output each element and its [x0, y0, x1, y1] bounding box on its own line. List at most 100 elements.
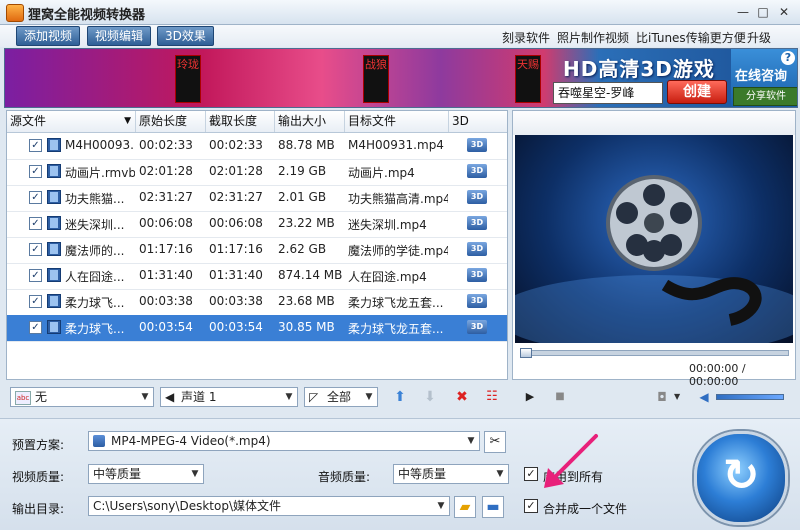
source-file-cell: 魔法师的... [65, 244, 125, 258]
3d-icon[interactable]: 3D [467, 320, 487, 334]
row-checkbox[interactable]: ✓ [29, 165, 42, 178]
3d-effect-button[interactable]: 3D效果 [157, 26, 214, 46]
apply-all-checkbox[interactable]: ✓ [524, 467, 538, 481]
video-edit-button[interactable]: 视频编辑 [87, 26, 152, 46]
video-format-icon [93, 435, 105, 447]
open-folder-icon[interactable]: ▰ [454, 496, 476, 518]
audio-track-select[interactable]: ◀ 声道 1 ▼ [160, 387, 298, 407]
video-quality-select[interactable]: 中等质量 ▼ [88, 464, 204, 484]
film-icon [47, 138, 61, 152]
cut-length-cell: 00:03:38 [209, 294, 263, 308]
video-preview [515, 135, 793, 343]
column-header-3d[interactable]: 3D [449, 111, 507, 132]
table-row[interactable]: ✓ M4H00093... 00:02:33 00:02:33 88.78 MB M4H0… [7, 133, 507, 160]
preview-panel: 00:00:00 / 00:00:00 [512, 110, 796, 388]
row-checkbox[interactable]: ✓ [29, 269, 42, 282]
table-row[interactable]: ✓ 柔力球飞... 00:03:54 00:03:54 30.85 MB 柔力球飞龙五套.… [7, 315, 507, 342]
output-dir-select[interactable]: C:\Users\sony\Desktop\媒体文件 ▼ [88, 496, 450, 516]
3d-icon[interactable]: 3D [467, 242, 487, 256]
row-checkbox[interactable]: ✓ [29, 217, 42, 230]
stop-button[interactable]: ■ [550, 387, 570, 407]
online-consult-panel[interactable]: ? 在线咨询 分享软件 [731, 49, 797, 107]
move-up-button[interactable]: ⬆ [390, 387, 410, 407]
column-header-target-file[interactable]: 目标文件 [345, 111, 449, 132]
scope-icon: ◸ [309, 390, 319, 404]
delete-button[interactable]: ✖ [452, 387, 472, 407]
chevron-down-icon: ▼ [437, 501, 445, 511]
column-header-source[interactable]: 源文件 ▼ [7, 111, 136, 132]
merge-checkbox[interactable]: ✓ [524, 499, 538, 513]
volume-slider[interactable] [716, 394, 784, 400]
3d-icon[interactable]: 3D [467, 268, 487, 282]
close-button[interactable]: ✕ [775, 4, 793, 21]
banner-ad[interactable]: 玲珑 战狼 天赐 HD高清3D游戏 吞噬星空-罗峰 创建 ? 在线咨询 分享软件 [4, 48, 798, 108]
scope-select[interactable]: ◸ 全部 ▼ [304, 387, 378, 407]
browse-folder-icon[interactable]: ▬ [482, 496, 504, 518]
output-size-cell: 30.85 MB [278, 320, 335, 334]
merge-label: 合并成一个文件 [543, 502, 628, 516]
add-video-button[interactable]: 添加视频 [16, 26, 81, 46]
3d-icon[interactable]: 3D [467, 164, 487, 178]
3d-icon[interactable]: 3D [467, 216, 487, 230]
subtitle-select[interactable]: abc 无 ▼ [10, 387, 154, 407]
upgrade-link[interactable]: 升级 [747, 29, 771, 46]
convert-button[interactable]: ↻ [694, 431, 788, 525]
itunes-transfer-link[interactable]: 比iTunes传输更方便 [636, 29, 746, 46]
seek-bar[interactable] [520, 348, 789, 358]
file-list[interactable]: 源文件 ▼ 原始长度 截取长度 输出大小 目标文件 3D ✓ M4H00093...… [6, 110, 508, 380]
output-size-cell: 2.62 GB [278, 242, 327, 256]
annotation-arrow-icon [544, 434, 598, 488]
source-file-cell: 动画片.rmvb [65, 166, 135, 180]
chevron-down-icon[interactable]: ▼ [674, 392, 680, 401]
play-button[interactable]: ▶ [520, 387, 540, 407]
target-file-cell: 魔法师的学徒.mp4 [348, 244, 448, 258]
help-icon[interactable]: ? [781, 51, 795, 65]
wrench-icon[interactable]: ✂ [484, 431, 506, 453]
restore-button[interactable]: □ [754, 4, 772, 21]
cut-length-cell: 00:03:54 [209, 320, 263, 334]
table-row[interactable]: ✓ 魔法师的... 01:17:16 01:17:16 2.62 GB 魔法师的学徒.mp… [7, 237, 507, 264]
audio-quality-select[interactable]: 中等质量 ▼ [393, 464, 509, 484]
target-file-cell: 柔力球飞龙五套... [348, 322, 444, 336]
output-size-cell: 874.14 MB [278, 268, 343, 282]
move-down-button[interactable]: ⬇ [420, 387, 440, 407]
share-software-button[interactable]: 分享软件 [733, 87, 797, 106]
minimize-button[interactable]: — [734, 4, 752, 21]
create-button[interactable]: 创建 [667, 80, 727, 104]
volume-icon[interactable]: ◀ [694, 387, 714, 407]
original-length-cell: 00:06:08 [139, 216, 193, 230]
film-icon [47, 242, 61, 256]
table-row[interactable]: ✓ 动画片.rmvb 02:01:28 02:01:28 2.19 GB 动画片.mp4 3… [7, 159, 507, 186]
cut-length-cell: 00:06:08 [209, 216, 263, 230]
burn-software-link[interactable]: 刻录软件 [502, 29, 550, 46]
preset-select[interactable]: MP4-MPEG-4 Video(*.mp4) ▼ [88, 431, 480, 451]
chevron-down-icon: ▼ [365, 392, 373, 402]
snapshot-icon[interactable]: ◘ [652, 387, 672, 407]
row-checkbox[interactable]: ✓ [29, 321, 42, 334]
table-row[interactable]: ✓ 柔力球飞... 00:03:38 00:03:38 23.68 MB 柔力球飞龙五套.… [7, 289, 507, 316]
column-header-cut-length[interactable]: 截取长度 [206, 111, 275, 132]
column-header-original-length[interactable]: 原始长度 [136, 111, 206, 132]
row-checkbox[interactable]: ✓ [29, 139, 42, 152]
cut-length-cell: 02:31:27 [209, 190, 263, 204]
3d-icon[interactable]: 3D [467, 190, 487, 204]
film-icon [47, 164, 61, 178]
table-row[interactable]: ✓ 人在囧途... 01:31:40 01:31:40 874.14 MB 人在囧途.mp… [7, 263, 507, 290]
source-file-cell: 柔力球飞... [65, 296, 125, 310]
row-checkbox[interactable]: ✓ [29, 191, 42, 204]
chevron-down-icon: ▼ [191, 469, 199, 479]
table-row[interactable]: ✓ 功夫熊猫... 02:31:27 02:31:27 2.01 GB 功夫熊猫高清.mp… [7, 185, 507, 212]
cut-length-cell: 01:31:40 [209, 268, 263, 282]
row-checkbox[interactable]: ✓ [29, 295, 42, 308]
seek-thumb[interactable] [520, 348, 532, 358]
3d-icon[interactable]: 3D [467, 138, 487, 152]
playback-controls: ▶ ■ ◘ ▼ ◀ [512, 383, 794, 411]
row-checkbox[interactable]: ✓ [29, 243, 42, 256]
chevron-down-icon: ▼ [285, 392, 293, 402]
table-row[interactable]: ✓ 迷失深圳... 00:06:08 00:06:08 23.22 MB 迷失深圳.mp4… [7, 211, 507, 238]
3d-icon[interactable]: 3D [467, 294, 487, 308]
clear-list-button[interactable]: ☷ [482, 387, 502, 407]
film-icon [47, 294, 61, 308]
photo-video-link[interactable]: 照片制作视频 [557, 29, 629, 46]
column-header-output-size[interactable]: 输出大小 [275, 111, 345, 132]
